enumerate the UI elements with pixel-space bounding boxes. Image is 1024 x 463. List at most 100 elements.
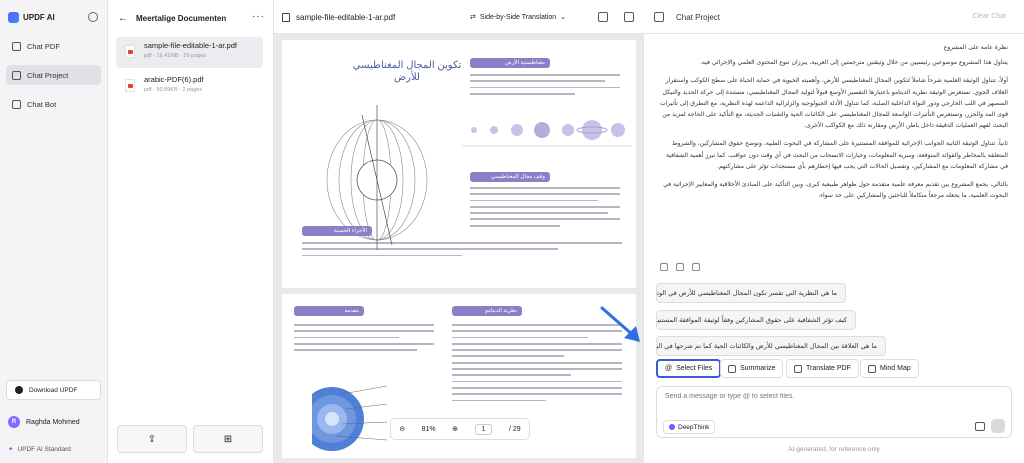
download-updf-button[interactable]: Download UPDF <box>6 380 101 400</box>
mindmap-icon <box>868 364 876 373</box>
tool-label: Summarize <box>740 365 776 372</box>
user-profile[interactable]: R Raghda Mohmed <box>8 416 80 428</box>
paragraph-text <box>470 74 620 99</box>
history-icon[interactable] <box>88 12 98 22</box>
document-meta: pdf · 16.41MB · 29 pages <box>144 53 207 59</box>
page-number-input[interactable]: 1 <box>474 423 493 435</box>
app-sidebar: UPDF AI Chat PDF Chat Project Chat Bot D… <box>0 0 108 463</box>
translation-mode-dropdown[interactable]: ⇄ Side-by-Side Translation ⌄ <box>470 13 566 22</box>
pdf-file-icon <box>125 45 135 58</box>
panel-toggle-icon[interactable] <box>654 12 664 22</box>
brand: UPDF AI <box>8 12 55 23</box>
answer-paragraph: أولاً، تتناول الوثيقة العلمية شرحاً شامل… <box>659 77 1008 130</box>
viewer-toolbar: sample-file-editable-1-ar.pdf ⇄ Side-by-… <box>274 0 644 34</box>
thumbs-up-icon[interactable] <box>676 263 684 271</box>
section-heading: مقدمة <box>294 306 364 316</box>
chat-header: Chat Project Clear Chat <box>644 0 1024 34</box>
layout-icon[interactable] <box>624 12 634 22</box>
viewer-file-name: sample-file-editable-1-ar.pdf <box>296 13 396 22</box>
download-icon <box>15 386 23 394</box>
document-name: arabic-PDF(6).pdf <box>144 75 204 84</box>
translation-mode-label: Side-by-Side Translation <box>479 13 557 21</box>
ai-disclaimer: AI-generated, for reference only <box>788 446 880 453</box>
user-name: Raghda Mohmed <box>26 418 80 426</box>
deepthink-label: DeepThink <box>678 423 710 431</box>
sidebar-item-chat-project[interactable]: Chat Project <box>6 65 101 85</box>
deepthink-toggle[interactable]: DeepThink <box>663 420 716 434</box>
sidebar-item-chat-bot[interactable]: Chat Bot <box>6 94 101 114</box>
translate-icon <box>794 364 802 373</box>
page-title: تكوين المجال المغناطيسي للأرض <box>352 60 462 83</box>
paragraph-text <box>470 187 620 231</box>
section-heading: الأجزاء الحسية <box>302 226 372 236</box>
document-name: sample-file-editable-1-ar.pdf <box>144 41 237 50</box>
chat-panel: Chat Project Clear Chat نظرة عامة على ال… <box>644 0 1024 463</box>
image-upload-icon[interactable] <box>975 422 985 431</box>
tool-label: Select Files <box>676 365 713 372</box>
file-icon <box>282 13 290 22</box>
summarize-icon <box>728 364 736 373</box>
copy-icon[interactable] <box>660 263 668 271</box>
back-arrow-icon[interactable]: ← <box>118 13 128 24</box>
sidebar-item-chat-pdf[interactable]: Chat PDF <box>6 36 101 56</box>
answer-feedback <box>660 263 700 271</box>
add-folder-button[interactable]: ⊞ <box>193 425 263 453</box>
suggested-question[interactable]: ما هي النظرية التي تفسر تكون المجال المغ… <box>656 283 846 303</box>
app-name: UPDF AI <box>23 13 55 22</box>
upload-icon: ⇪ <box>147 433 157 445</box>
send-button[interactable] <box>991 419 1005 433</box>
bot-icon <box>12 99 21 109</box>
zoom-level: 81% <box>421 425 436 433</box>
tool-label: Translate PDF <box>806 365 851 372</box>
zoom-out-icon[interactable]: ⊖ <box>399 425 405 433</box>
thumbs-down-icon[interactable] <box>692 263 700 271</box>
answer-paragraph: بالتالي، يجمع المشروع بين تقديم معرفة عل… <box>663 181 1008 200</box>
pdf-page: تكوين المجال المغناطيسي للأرض مغناطيسية … <box>282 40 636 288</box>
select-files-button[interactable]: @ Select Files <box>656 359 722 378</box>
answer-paragraph: يتناول هذا المشروع موضوعين رئيسيين من خل… <box>699 59 1008 67</box>
total-pages: / 29 <box>508 425 521 433</box>
pdf-file-icon <box>125 79 135 92</box>
sparkle-icon: ✦ <box>8 446 14 453</box>
translate-pdf-button[interactable]: Translate PDF <box>786 359 859 378</box>
documents-header: ← Meertalige Documenten <box>118 13 226 24</box>
avatar: R <box>8 416 20 428</box>
document-item[interactable]: sample-file-editable-1-ar.pdf pdf · 16.4… <box>116 37 263 68</box>
at-icon: @ <box>665 365 673 372</box>
planet-diagram <box>462 120 632 147</box>
tool-label: Mind Map <box>880 365 911 372</box>
section-heading: مغناطيسية الأرض <box>470 58 550 68</box>
zoom-toolbar: ⊖ 81% ⊕ 1 / 29 <box>390 418 530 440</box>
document-item[interactable]: arabic-PDF(6).pdf pdf · 90.89KB · 2 page… <box>116 71 263 102</box>
plan-badge[interactable]: ✦ UPDF AI Standard <box>8 445 71 454</box>
download-icon[interactable] <box>598 12 608 22</box>
project-title: Meertalige Documenten <box>136 14 227 23</box>
plan-label: UPDF AI Standard <box>17 445 71 453</box>
message-input[interactable] <box>665 393 965 400</box>
documents-panel: ← Meertalige Documenten ··· sample-file-… <box>108 0 274 463</box>
viewer-file-title: sample-file-editable-1-ar.pdf <box>282 13 395 22</box>
sidebar-item-label: Chat Project <box>27 70 69 80</box>
answer-paragraph: نظرة عامة على المشروع <box>943 44 1008 51</box>
upload-button[interactable]: ⇪ <box>117 425 187 453</box>
chat-title: Chat Project <box>676 13 721 22</box>
zoom-in-icon[interactable]: ⊕ <box>452 425 458 433</box>
mind-map-button[interactable]: Mind Map <box>860 359 919 378</box>
earth-layers-diagram <box>312 385 388 451</box>
suggested-question[interactable]: كيف تؤثر الشفافية على حقوق المشاركين وفق… <box>656 310 856 330</box>
summarize-button[interactable]: Summarize <box>720 359 784 378</box>
suggested-question[interactable]: ما هي العلاقة بين المجال المغناطيسي للأر… <box>656 336 886 356</box>
translate-icon: ⇄ <box>470 14 476 21</box>
add-folder-icon: ⊞ <box>223 433 233 445</box>
answer-paragraph: ثانياً، تتناول الوثيقة الثانية الجوانب ا… <box>665 140 1008 170</box>
pointer-arrow-icon <box>600 306 640 342</box>
paragraph-text <box>302 242 622 261</box>
more-options-icon[interactable]: ··· <box>252 11 265 22</box>
folder-chat-icon <box>12 70 21 80</box>
pdf-viewer: sample-file-editable-1-ar.pdf ⇄ Side-by-… <box>274 0 644 463</box>
sidebar-item-label: Chat PDF <box>27 41 60 51</box>
ai-answer: نظرة عامة على المشروع يتناول هذا المشروع… <box>658 42 1008 208</box>
clear-chat-button[interactable]: Clear Chat <box>973 13 1006 20</box>
section-heading: وقف مجال المغناطيسي <box>470 172 550 182</box>
paragraph-text <box>294 324 434 355</box>
